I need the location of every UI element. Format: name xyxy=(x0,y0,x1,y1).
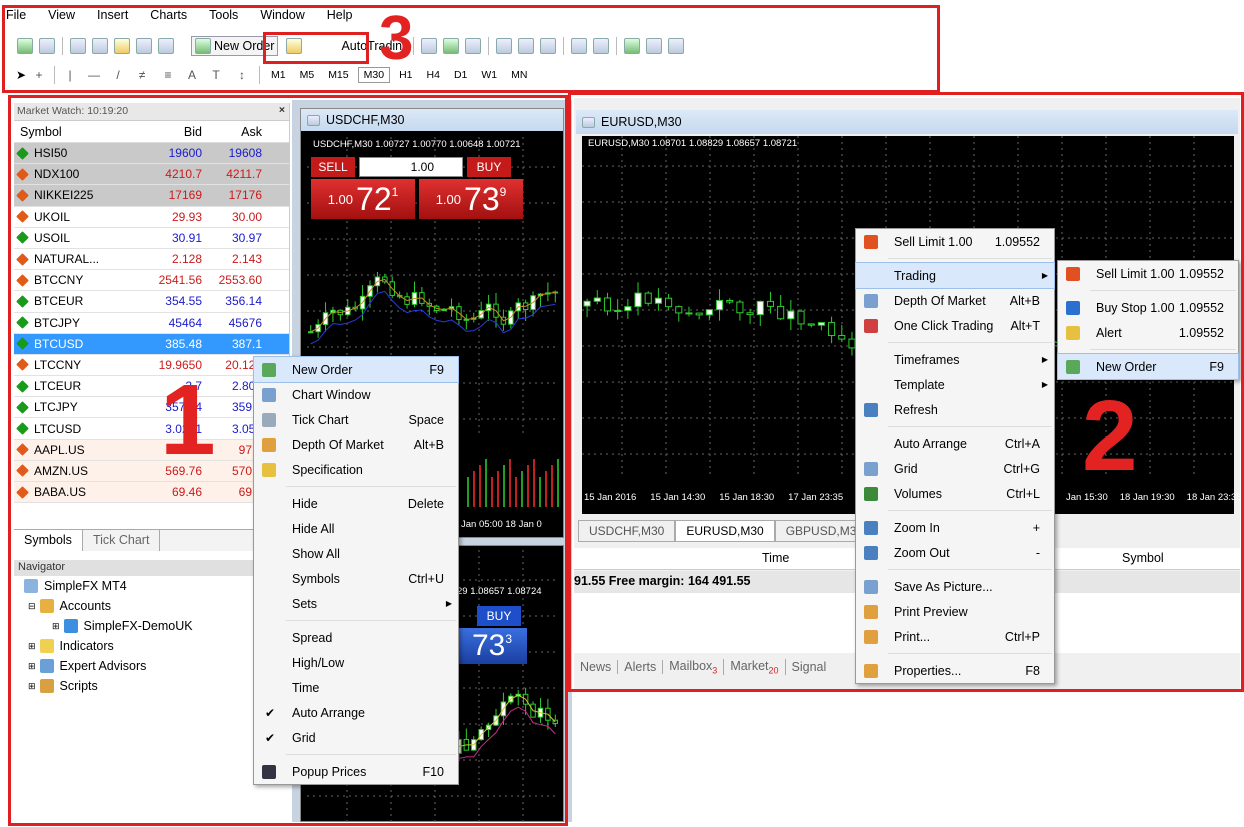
chart-highlight-box xyxy=(568,92,1244,692)
step-2-label: 2 xyxy=(1082,380,1138,492)
toolbar-highlight-box xyxy=(2,5,940,93)
step-3-label: 3 xyxy=(379,4,414,73)
left-panel-highlight-box xyxy=(8,95,568,826)
step-1-label: 1 xyxy=(160,364,216,476)
new-order-highlight-box xyxy=(263,32,369,64)
